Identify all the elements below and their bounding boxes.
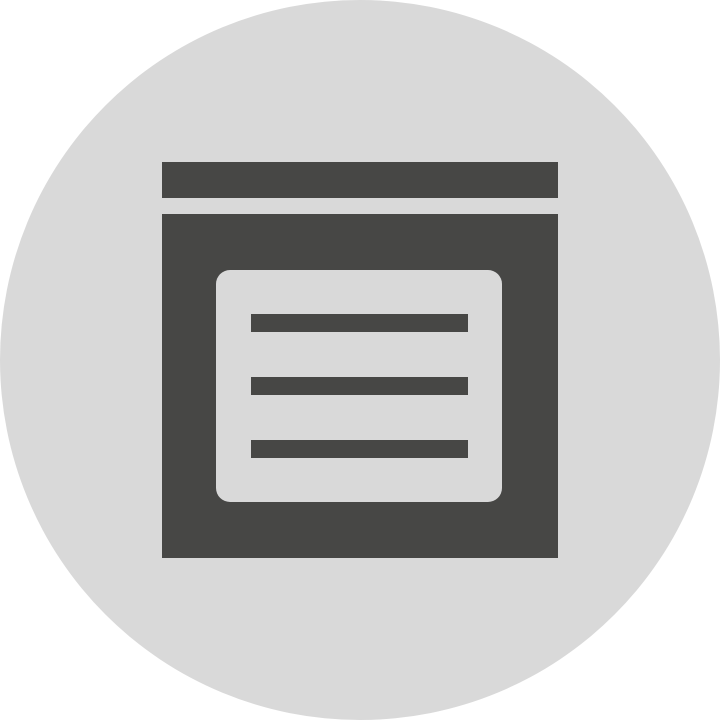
text-line-1 [251, 314, 468, 332]
text-line-3 [251, 440, 468, 458]
window-text-content-icon [162, 162, 558, 558]
text-line-2 [251, 377, 468, 395]
window-title-bar [162, 162, 558, 198]
icon-canvas [0, 0, 720, 720]
